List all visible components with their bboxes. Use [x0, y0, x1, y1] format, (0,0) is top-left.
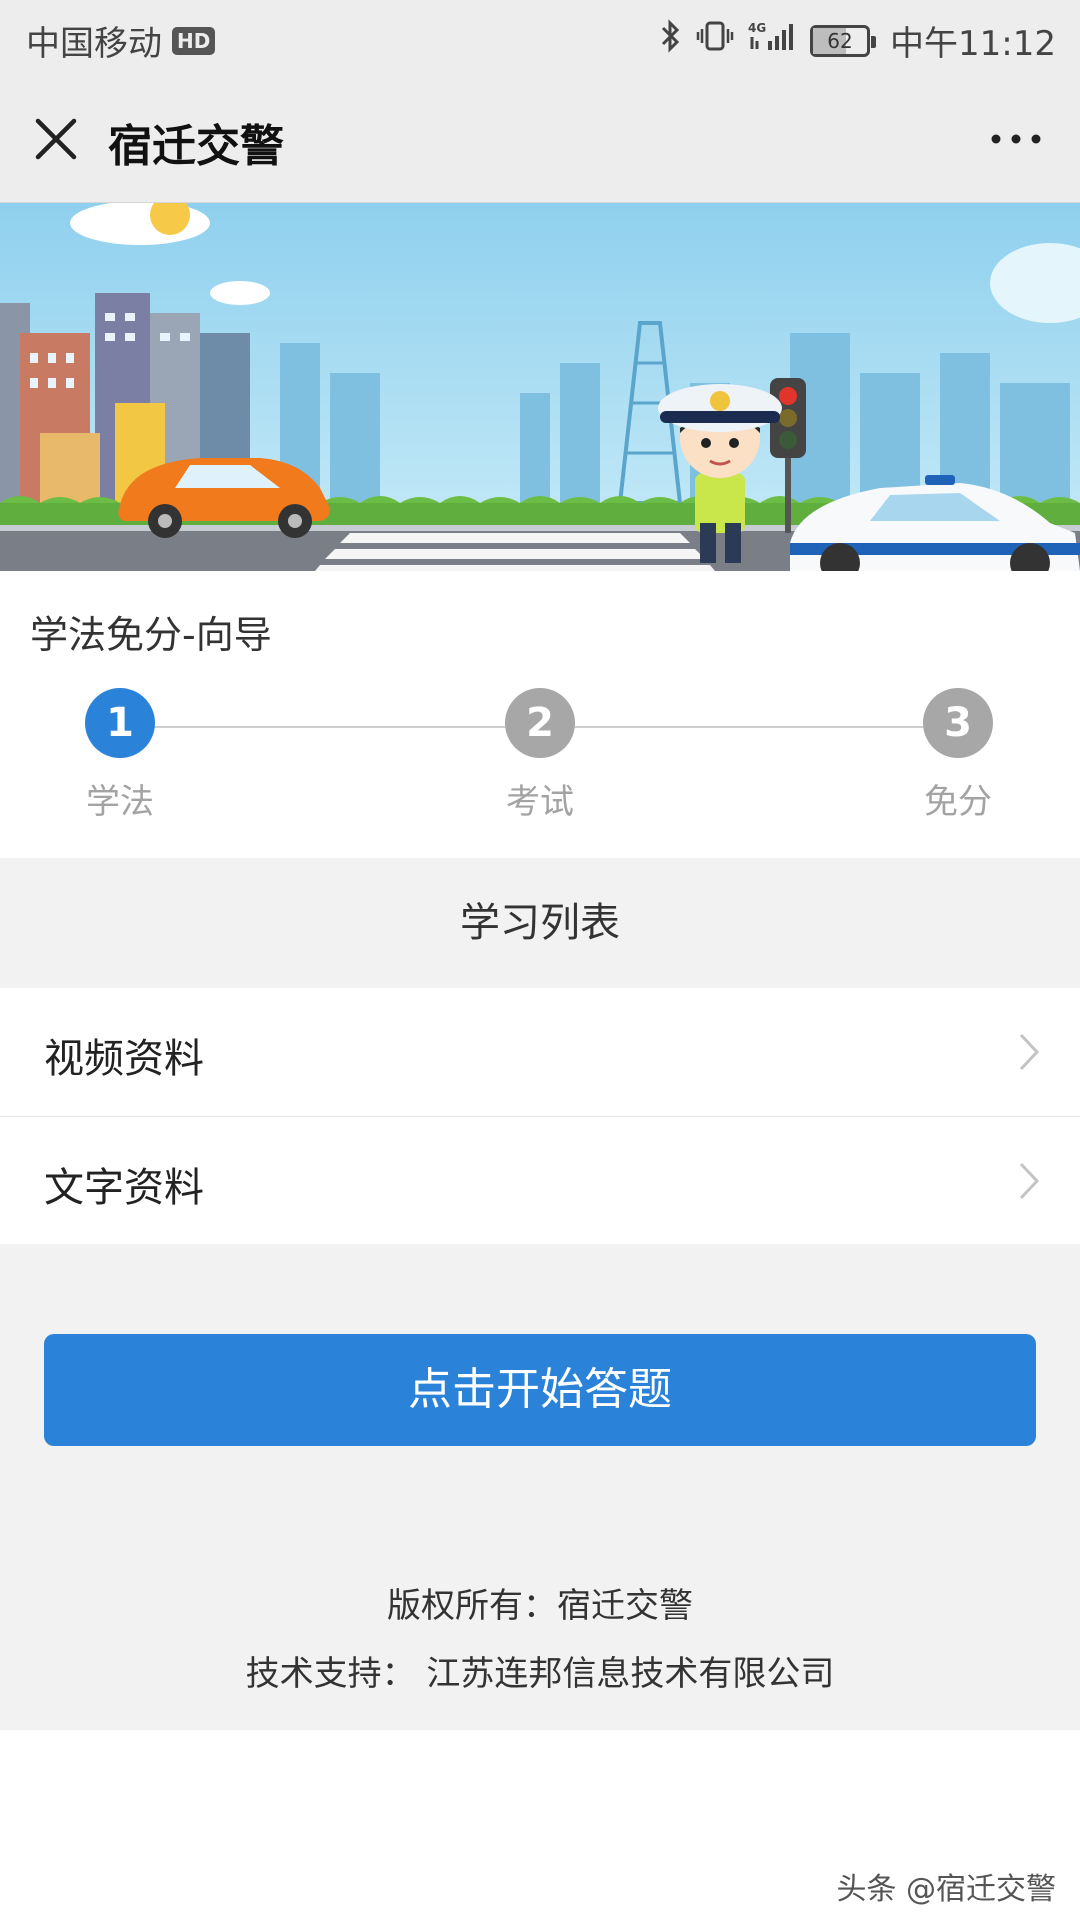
bluetooth-icon [660, 19, 682, 62]
list-item-video-label: 视频资料 [44, 1036, 204, 1082]
more-icon[interactable] [986, 124, 1046, 154]
list-item-video[interactable]: 视频资料 [0, 988, 1080, 1117]
watermark-text: 头条 @宿迁交警 [836, 1872, 1056, 1907]
step-1-number: 1 [85, 688, 155, 758]
bottom-section: 点击开始答题 版权所有：宿迁交警 技术支持： 江苏连邦信息技术有限公司 [0, 1244, 1080, 1730]
step-3-number: 3 [923, 688, 993, 758]
status-bar: 中国移动 HD 4G 62 中午11:12 [0, 0, 1080, 76]
tech-support-text: 技术支持： 江苏连邦信息技术有限公司 [245, 1654, 835, 1694]
step-1-label: 学法 [86, 782, 154, 822]
traffic-police-illustration [0, 203, 1080, 571]
study-list-header: 学习列表 [0, 858, 1080, 988]
step-3: 3 免分 [888, 688, 1028, 823]
step-2-label: 考试 [506, 782, 574, 822]
battery-level: 62 [827, 28, 853, 53]
list-item-text[interactable]: 文字资料 [0, 1117, 1080, 1246]
hd-badge: HD [172, 26, 216, 55]
banner-illustration [0, 203, 1080, 571]
battery-icon: 62 [810, 24, 877, 57]
wizard-title: 学法免分-向导 [30, 613, 272, 657]
status-bar-right: 4G 62 中午11:12 [660, 16, 1056, 65]
signal-icon: 4G [748, 19, 796, 62]
close-icon[interactable] [28, 111, 84, 167]
step-2: 2 考试 [470, 688, 610, 823]
vibrate-icon [696, 19, 734, 62]
start-quiz-button[interactable]: 点击开始答题 [44, 1334, 1036, 1446]
network-type-label: 4G [748, 21, 766, 35]
clock: 中午11:12 [890, 24, 1056, 64]
copyright-text: 版权所有：宿迁交警 [387, 1586, 693, 1626]
page-title: 宿迁交警 [108, 121, 284, 172]
wizard-steps: 1 学法 2 考试 3 免分 [0, 688, 1080, 838]
step-1: 1 学法 [50, 688, 190, 823]
chevron-right-icon [1019, 1033, 1040, 1071]
carrier-name: 中国移动 [26, 24, 162, 64]
nav-bar: 宿迁交警 [0, 76, 1080, 203]
step-3-label: 免分 [924, 782, 992, 822]
status-bar-left: 中国移动 HD [26, 16, 216, 65]
list-item-text-label: 文字资料 [44, 1165, 204, 1211]
chevron-right-icon [1019, 1162, 1040, 1200]
step-2-number: 2 [505, 688, 575, 758]
